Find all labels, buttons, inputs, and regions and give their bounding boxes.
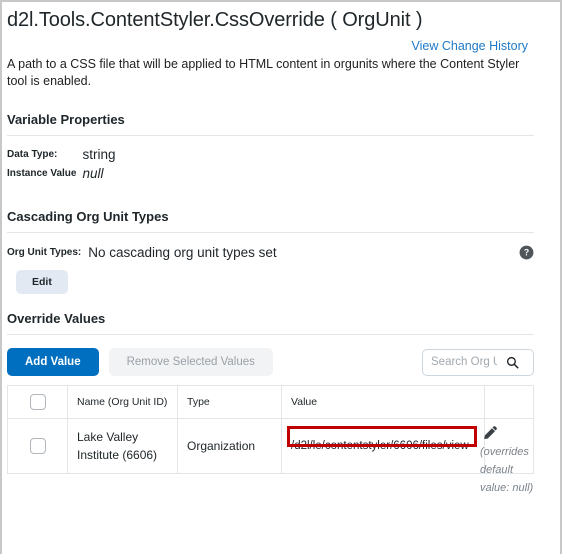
edit-button[interactable]: Edit — [16, 270, 68, 294]
override-values-toolbar: Add Value Remove Selected Values — [7, 348, 534, 376]
add-value-button[interactable]: Add Value — [7, 348, 99, 376]
variable-description: A path to a CSS file that will be applie… — [7, 57, 520, 88]
row-select-cell — [7, 418, 68, 474]
data-type-value: string — [82, 147, 116, 162]
table-header-row: Name (Org Unit ID) Type Value — [7, 385, 534, 419]
variable-properties-heading: Variable Properties — [7, 112, 125, 127]
row-type-cell: Organization — [177, 418, 282, 474]
search-button[interactable] — [501, 350, 523, 375]
edit-value-button[interactable] — [482, 425, 498, 441]
org-unit-types-value: No cascading org unit types set — [88, 245, 277, 260]
instance-value-value: null — [82, 166, 104, 181]
override-default-note: (overrides default value: null) — [480, 446, 534, 494]
remove-selected-values-button: Remove Selected Values — [108, 348, 273, 376]
property-row-data-type: Data Type: string — [7, 147, 116, 166]
pencil-icon — [484, 426, 497, 440]
select-all-checkbox[interactable] — [29, 394, 46, 410]
override-values-table: Name (Org Unit ID) Type Value Lake Valle… — [7, 385, 534, 494]
section-divider — [7, 232, 534, 233]
cascading-org-unit-types-heading: Cascading Org Unit Types — [7, 209, 169, 224]
column-header-name: Name (Org Unit ID) — [67, 385, 178, 419]
search-input[interactable] — [423, 349, 501, 375]
search-org-unit-container — [422, 348, 534, 376]
org-unit-types-label: Org Unit Types: — [7, 247, 82, 258]
section-divider — [7, 135, 534, 136]
org-unit-types-row: Org Unit Types: No cascading org unit ty… — [7, 245, 534, 260]
data-type-label: Data Type: — [7, 149, 58, 160]
property-row-instance-value: Instance Value null — [7, 166, 116, 185]
page-title: d2l.Tools.ContentStyler.CssOverride ( Or… — [7, 9, 423, 31]
instance-value-label: Instance Value — [7, 168, 77, 179]
row-checkbox[interactable] — [29, 438, 46, 454]
select-all-header — [7, 385, 68, 419]
search-icon — [506, 356, 518, 368]
row-name-cell: Lake Valley Institute (6606) — [67, 418, 178, 474]
column-header-type: Type — [177, 385, 282, 419]
page-frame: d2l.Tools.ContentStyler.CssOverride ( Or… — [0, 0, 562, 554]
table-header: Name (Org Unit ID) Type Value — [7, 385, 534, 419]
section-divider — [7, 334, 534, 335]
table-body: Lake Valley Institute (6606) Organizatio… — [7, 418, 534, 494]
row-value-text: /d2l/le/contentstyler/6606/files/view — [291, 440, 469, 452]
view-change-history-link[interactable]: View Change History — [412, 39, 529, 53]
override-values-heading: Override Values — [7, 311, 106, 326]
help-circle-icon[interactable] — [519, 245, 534, 260]
column-header-value: Value — [281, 385, 485, 419]
table-row: Lake Valley Institute (6606) Organizatio… — [7, 418, 534, 494]
change-history-row: View Change History — [7, 37, 532, 55]
row-value-cell: /d2l/le/contentstyler/6606/files/view (o… — [281, 418, 533, 494]
column-header-actions — [484, 385, 534, 419]
variable-properties-table: Data Type: string Instance Value null — [7, 147, 116, 185]
